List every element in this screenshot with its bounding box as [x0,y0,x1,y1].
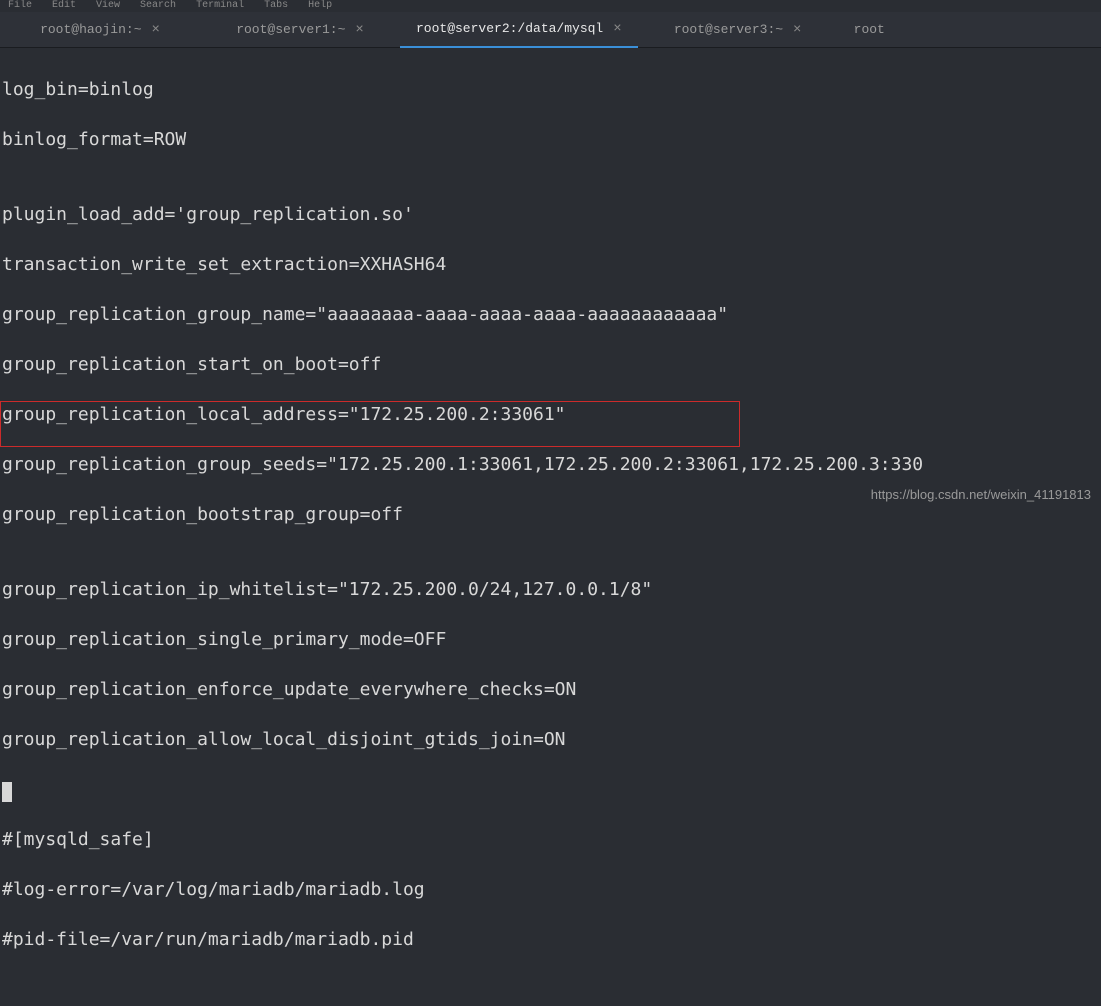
tab-label: root [854,22,885,37]
tab-server2[interactable]: root@server2:/data/mysql × [400,12,638,48]
terminal-line: group_replication_ip_whitelist="172.25.2… [2,577,1099,602]
cursor [2,782,12,802]
terminal-line: #[mysqld_safe] [2,827,1099,852]
menu-search[interactable]: Search [140,0,176,11]
watermark: https://blog.csdn.net/weixin_41191813 [871,487,1091,502]
close-icon[interactable]: × [613,21,621,37]
tab-label: root@server2:/data/mysql [416,21,603,36]
tabbar: root@haojin:~ × root@server1:~ × root@se… [0,12,1101,48]
terminal-line [2,777,1099,802]
terminal-line: group_replication_allow_local_disjoint_g… [2,727,1099,752]
tab-root-partial[interactable]: root [838,12,901,48]
terminal-line: transaction_write_set_extraction=XXHASH6… [2,252,1099,277]
menu-edit[interactable]: Edit [52,0,76,11]
terminal-line: group_replication_enforce_update_everywh… [2,677,1099,702]
terminal-line: group_replication_group_seeds="172.25.20… [2,452,1099,477]
menu-tabs[interactable]: Tabs [264,0,288,11]
terminal-line: group_replication_single_primary_mode=OF… [2,627,1099,652]
menu-help[interactable]: Help [308,0,332,11]
terminal-line: #log-error=/var/log/mariadb/mariadb.log [2,877,1099,902]
tab-haojin[interactable]: root@haojin:~ × [0,12,200,48]
tab-label: root@server1:~ [236,22,345,37]
terminal-line: binlog_format=ROW [2,127,1099,152]
terminal-line: group_replication_bootstrap_group=off [2,502,1099,527]
tab-server1[interactable]: root@server1:~ × [200,12,400,48]
menu-file[interactable]: File [8,0,32,11]
tab-label: root@server3:~ [674,22,783,37]
terminal-line: plugin_load_add='group_replication.so' [2,202,1099,227]
close-icon[interactable]: × [355,22,363,38]
terminal-line: group_replication_group_name="aaaaaaaa-a… [2,302,1099,327]
tab-server3[interactable]: root@server3:~ × [638,12,838,48]
terminal-content[interactable]: log_bin=binlog binlog_format=ROW plugin_… [0,48,1101,1006]
terminal-line: log_bin=binlog [2,77,1099,102]
close-icon[interactable]: × [152,22,160,38]
terminal-line: group_replication_local_address="172.25.… [2,402,1099,427]
terminal-line: #pid-file=/var/run/mariadb/mariadb.pid [2,927,1099,952]
tab-label: root@haojin:~ [40,22,141,37]
close-icon[interactable]: × [793,22,801,38]
terminal-line: group_replication_start_on_boot=off [2,352,1099,377]
menu-terminal[interactable]: Terminal [196,0,244,11]
menu-view[interactable]: View [96,0,120,11]
menubar: File Edit View Search Terminal Tabs Help [0,0,1101,12]
